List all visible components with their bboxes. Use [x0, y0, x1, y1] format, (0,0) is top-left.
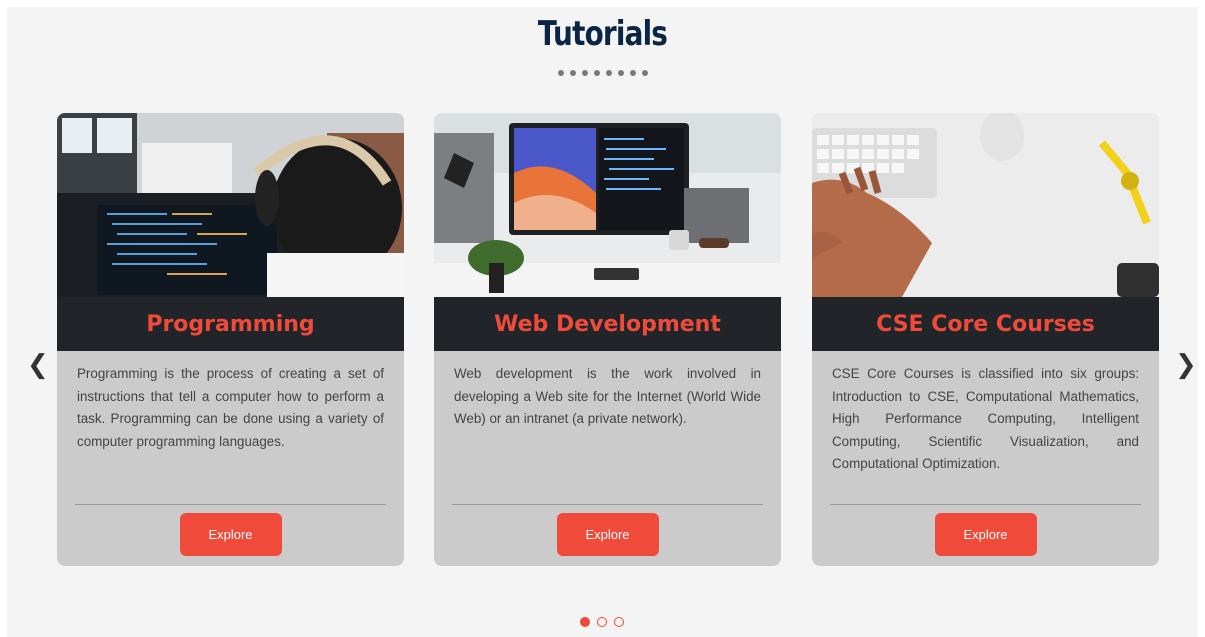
pagination-dot-3[interactable]	[614, 617, 624, 627]
card-description: Programming is the process of creating a…	[77, 366, 384, 449]
explore-button[interactable]: Explore	[934, 513, 1037, 556]
pagination-dot-2[interactable]	[597, 617, 607, 627]
card-title: Programming	[57, 297, 404, 351]
card-description: Web development is the work involved in …	[454, 366, 761, 426]
cse-core-courses-image	[812, 113, 1159, 297]
programming-image	[57, 113, 404, 297]
explore-button[interactable]: Explore	[556, 513, 659, 556]
explore-button[interactable]: Explore	[179, 513, 282, 556]
carousel-pagination	[580, 617, 624, 627]
web-development-image	[434, 113, 781, 297]
carousel-next-button[interactable]: ❯	[1175, 350, 1197, 380]
card-cse-core-courses: CSE Core Courses CSE Core Courses is cla…	[812, 113, 1159, 566]
card-title: CSE Core Courses	[812, 297, 1159, 351]
card-title: Web Development	[434, 297, 781, 351]
title-divider-dots	[0, 70, 1205, 76]
section-title: Tutorials	[537, 14, 668, 54]
card-description: CSE Core Courses is classified into six …	[832, 366, 1139, 471]
card-web-development: Web Development Web development is the w…	[434, 113, 781, 566]
carousel-prev-button[interactable]: ❮	[27, 350, 49, 380]
pagination-dot-1[interactable]	[580, 617, 590, 627]
card-programming: Programming Programming is the process o…	[57, 113, 404, 566]
